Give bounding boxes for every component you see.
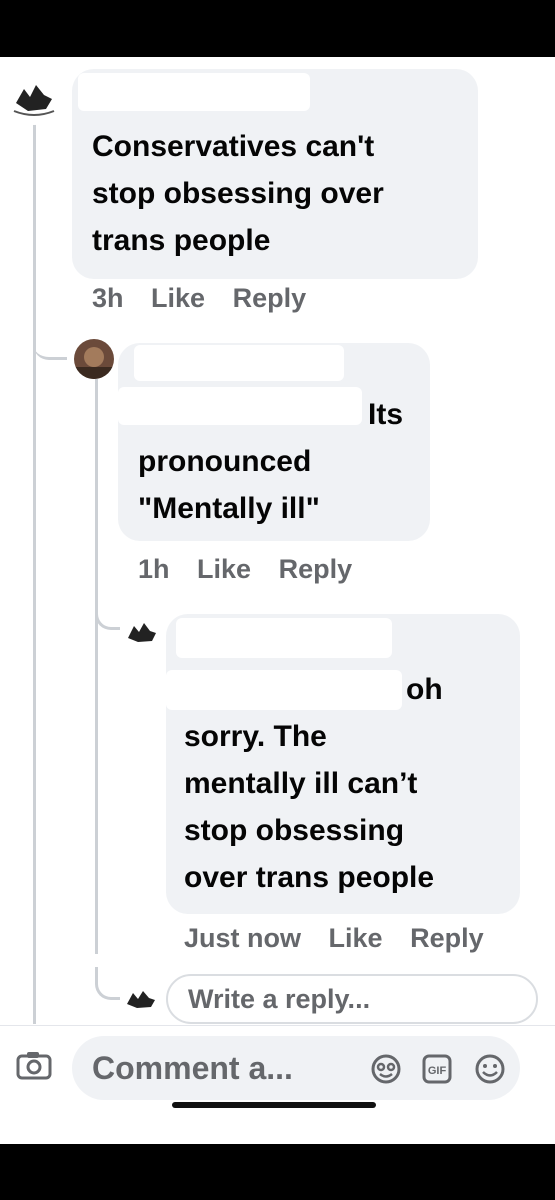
comment-text-2: Its pronounced "Mentally ill" [138,398,404,525]
redacted-name-3b [176,618,392,658]
reply-placeholder: Write a reply... [188,984,371,1014]
comment-meta-1: 3h Like Reply [92,283,326,314]
thread-connector-1 [33,327,67,360]
thread-line-nested [95,379,98,954]
home-indicator[interactable] [172,1102,376,1108]
avatar-commenter-1[interactable] [6,69,62,125]
like-button[interactable]: Like [197,554,251,584]
avatar-commenter-2[interactable] [74,339,114,379]
comment-placeholder: Comment a... [92,1050,293,1086]
comment-meta-3: Just now Like Reply [184,923,504,954]
reply-input[interactable]: Write a reply... [166,974,538,1024]
svg-text:GIF: GIF [428,1065,447,1077]
thread-line-main [33,124,36,1024]
like-button[interactable]: Like [151,283,205,313]
reply-button[interactable]: Reply [233,283,307,313]
avatar-current-user [122,983,160,1013]
comment-thread-screen: Conservatives can't stop obsessing over … [0,57,555,1144]
comment-composer-bar: Comment a... GIF [0,1025,555,1144]
redacted-name-2b [134,345,344,381]
avatar-sticker-icon[interactable] [370,1053,402,1085]
thread-connector-2 [95,597,120,630]
screen-bottom-edge [0,1144,555,1200]
thread-connector-3 [95,967,120,1000]
timestamp: Just now [184,923,302,953]
comment-meta-2: 1h Like Reply [138,554,372,585]
like-button[interactable]: Like [329,923,383,953]
comment-input[interactable]: Comment a... GIF [72,1036,520,1100]
comment-text-3: oh sorry. The mentally ill can’t stop ob… [184,673,443,894]
redacted-name-1 [78,73,310,111]
timestamp: 1h [138,554,170,584]
avatar-commenter-3[interactable] [122,614,162,648]
reply-button[interactable]: Reply [279,554,353,584]
camera-icon[interactable] [16,1050,52,1080]
gif-icon[interactable]: GIF [422,1054,452,1084]
timestamp: 3h [92,283,124,313]
reply-button[interactable]: Reply [410,923,484,953]
emoji-icon[interactable] [474,1053,506,1085]
comment-text-1: Conservatives can't stop obsessing over … [92,130,384,257]
